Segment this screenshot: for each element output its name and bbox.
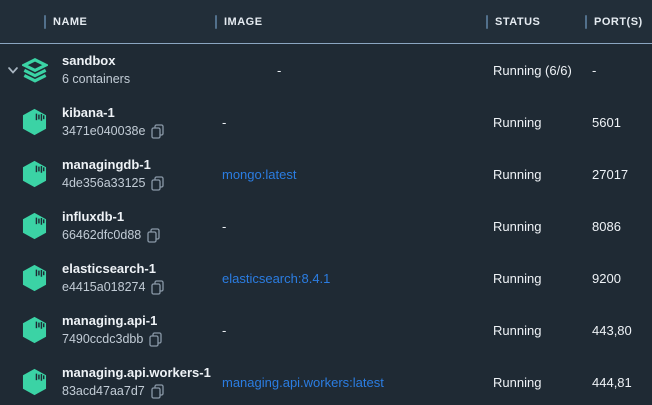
table-row[interactable]: influxdb-1 66462dfc0d88 - Running 8086 [0,200,652,252]
copy-icon [147,228,160,243]
status-cell: Running [493,323,592,338]
copy-icon [151,384,164,399]
status-cell: Running [493,271,592,286]
copy-id-button[interactable] [151,176,164,191]
container-id: 7490ccdc3dbb [62,330,143,348]
status-cell: Running [493,167,592,182]
name-cell: influxdb-1 66462dfc0d88 [0,208,222,244]
container-box-icon [22,108,47,136]
copy-icon [151,124,164,139]
image-cell[interactable]: managing.api.workers:latest [222,375,493,390]
column-separator [215,15,217,29]
status-cell: Running [493,219,592,234]
container-name[interactable]: kibana-1 [62,104,164,122]
container-name[interactable]: managingdb-1 [62,156,164,174]
image-cell: - [222,323,493,338]
column-header-image-label: IMAGE [224,16,263,28]
column-separator [486,15,488,29]
container-box-icon [22,368,47,396]
name-cell: sandbox 6 containers [0,52,222,88]
image-cell[interactable]: elasticsearch:8.4.1 [222,271,493,286]
container-box-icon [22,212,47,240]
column-separator [44,15,46,29]
ports-cell: 443,80 [592,323,652,338]
name-cell: managingdb-1 4de356a33125 [0,156,222,192]
ports-cell: 27017 [592,167,652,182]
copy-id-button[interactable] [147,228,160,243]
table-header: NAME IMAGE STATUS PORT(S) [0,0,652,44]
container-id: 6 containers [62,70,130,88]
column-header-name-label: NAME [53,16,87,28]
image-cell: - [222,115,493,130]
copy-icon [149,332,162,347]
container-name[interactable]: sandbox [62,52,130,70]
container-name[interactable]: managing.api-1 [62,312,162,330]
container-id: 4de356a33125 [62,174,145,192]
column-header-name[interactable]: NAME [0,15,222,29]
container-name[interactable]: managing.api.workers-1 [62,364,211,382]
ports-cell: 5601 [592,115,652,130]
containers-table: NAME IMAGE STATUS PORT(S) [0,0,652,405]
ports-cell: - [592,63,652,78]
column-header-ports[interactable]: PORT(S) [585,15,652,29]
table-row[interactable]: managing.api-1 7490ccdc3dbb - Running 44… [0,304,652,356]
container-id: 66462dfc0d88 [62,226,141,244]
container-name[interactable]: elasticsearch-1 [62,260,164,278]
image-cell: - [222,219,493,234]
container-id: e4415a018274 [62,278,145,296]
name-cell: kibana-1 3471e040038e [0,104,222,140]
table-row[interactable]: managing.api.workers-1 83acd47aa7d7 mana… [0,356,652,405]
name-cell: elasticsearch-1 e4415a018274 [0,260,222,296]
layers-stack-icon [22,57,48,84]
column-header-ports-label: PORT(S) [594,16,643,28]
table-body: sandbox 6 containers - Running (6/6) - [0,44,652,405]
ports-cell: 444,81 [592,375,652,390]
container-id: 83acd47aa7d7 [62,382,145,400]
ports-cell: 8086 [592,219,652,234]
copy-id-button[interactable] [149,332,162,347]
status-cell: Running [493,375,592,390]
container-name[interactable]: influxdb-1 [62,208,160,226]
column-header-image[interactable]: IMAGE [215,15,493,29]
table-row[interactable]: elasticsearch-1 e4415a018274 elasticsear… [0,252,652,304]
copy-id-button[interactable] [151,384,164,399]
copy-id-button[interactable] [151,124,164,139]
table-row[interactable]: managingdb-1 4de356a33125 mongo:latest R… [0,148,652,200]
name-cell: managing.api-1 7490ccdc3dbb [0,312,222,348]
expand-toggle[interactable] [4,65,21,75]
image-cell[interactable]: mongo:latest [222,167,493,182]
chevron-down-icon [7,65,19,75]
copy-id-button[interactable] [151,280,164,295]
table-row[interactable]: sandbox 6 containers - Running (6/6) - [0,44,652,96]
image-cell: - [222,63,493,78]
column-header-status-label: STATUS [495,16,540,28]
status-cell: Running [493,115,592,130]
table-row[interactable]: kibana-1 3471e040038e - Running 5601 [0,96,652,148]
container-box-icon [22,264,47,292]
column-header-status[interactable]: STATUS [486,15,592,29]
ports-cell: 9200 [592,271,652,286]
status-cell: Running (6/6) [493,63,592,78]
container-box-icon [22,160,47,188]
copy-icon [151,280,164,295]
copy-icon [151,176,164,191]
container-id: 3471e040038e [62,122,145,140]
name-cell: managing.api.workers-1 83acd47aa7d7 [0,364,222,400]
container-box-icon [22,316,47,344]
column-separator [585,15,587,29]
